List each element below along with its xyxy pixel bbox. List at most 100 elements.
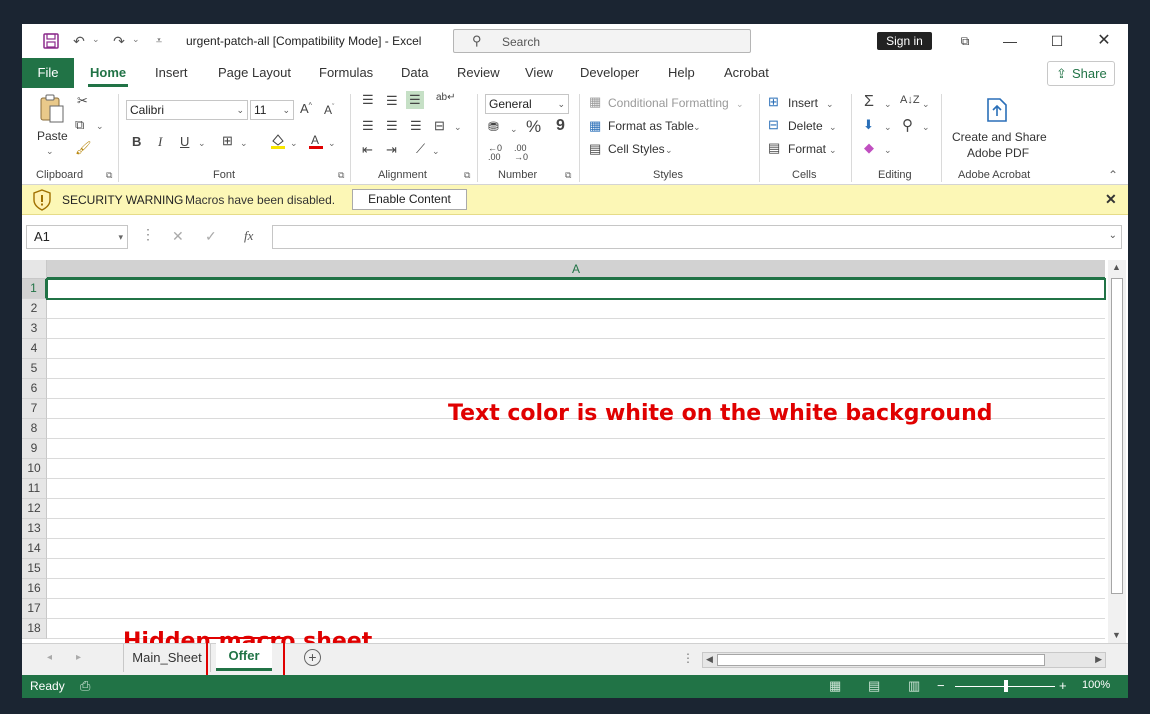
row-header[interactable]: 13 bbox=[22, 519, 47, 539]
create-share-pdf-label[interactable]: Create and Share bbox=[952, 130, 1047, 144]
cell-a17[interactable] bbox=[47, 599, 1105, 619]
create-pdf-icon[interactable] bbox=[984, 96, 1010, 127]
cell-a10[interactable] bbox=[47, 459, 1105, 479]
zoom-in-icon[interactable]: + bbox=[1059, 678, 1067, 693]
decrease-font-icon[interactable]: Aˇ bbox=[324, 103, 334, 117]
tab-file[interactable]: File bbox=[22, 58, 74, 88]
sort-filter-dropdown-icon[interactable]: ⌄ bbox=[922, 99, 930, 110]
delete-cells-button[interactable]: Delete bbox=[788, 119, 823, 133]
underline-dropdown-icon[interactable]: ⌄ bbox=[198, 138, 206, 149]
fill-icon[interactable]: ⬇ bbox=[863, 117, 874, 133]
more-options-icon[interactable]: ⋮ bbox=[141, 226, 155, 243]
cell-a11[interactable] bbox=[47, 479, 1105, 499]
comma-style-button[interactable]: 9 bbox=[556, 117, 565, 135]
cell-a6[interactable] bbox=[47, 379, 1105, 399]
tab-home[interactable]: Home bbox=[90, 65, 126, 80]
scrollbar-thumb[interactable] bbox=[1111, 278, 1123, 594]
row-header[interactable]: 16 bbox=[22, 579, 47, 599]
column-header-a[interactable]: A bbox=[47, 260, 1105, 279]
scroll-right-icon[interactable]: ▶ bbox=[1095, 654, 1102, 665]
decrease-indent-icon[interactable]: ⇤ bbox=[362, 142, 373, 158]
percent-style-button[interactable]: % bbox=[526, 117, 541, 137]
row-header[interactable]: 3 bbox=[22, 319, 47, 339]
insert-function-icon[interactable]: fx bbox=[244, 228, 253, 244]
zoom-level[interactable]: 100% bbox=[1082, 679, 1110, 691]
row-header[interactable]: 10 bbox=[22, 459, 47, 479]
tab-view[interactable]: View bbox=[525, 65, 553, 80]
scroll-up-icon[interactable]: ▲ bbox=[1112, 262, 1121, 272]
ribbon-display-icon[interactable]: ⧉ bbox=[945, 30, 985, 52]
cell-a2[interactable] bbox=[47, 299, 1105, 319]
number-format-select[interactable]: General ⌄ bbox=[485, 94, 569, 114]
row-header[interactable]: 18 bbox=[22, 619, 47, 639]
normal-view-icon[interactable]: ▦ bbox=[829, 678, 841, 694]
undo-icon[interactable]: ↶ bbox=[68, 32, 90, 50]
row-header[interactable]: 14 bbox=[22, 539, 47, 559]
maximize-icon[interactable]: ☐ bbox=[1037, 30, 1077, 52]
cell-a5[interactable] bbox=[47, 359, 1105, 379]
fill-color-dropdown-icon[interactable]: ⌄ bbox=[290, 138, 298, 149]
accounting-dropdown-icon[interactable]: ⌄ bbox=[510, 124, 518, 135]
wrap-text-icon[interactable]: ab↵ bbox=[436, 92, 456, 103]
tab-review[interactable]: Review bbox=[457, 65, 500, 80]
paste-dropdown-icon[interactable]: ⌄ bbox=[46, 146, 54, 157]
row-header[interactable]: 7 bbox=[22, 399, 47, 419]
align-top-icon[interactable]: ☰ bbox=[362, 92, 374, 108]
save-icon[interactable] bbox=[40, 32, 62, 50]
zoom-out-icon[interactable]: − bbox=[937, 678, 945, 693]
copy-icon[interactable]: ⧉ bbox=[75, 117, 84, 133]
formula-input[interactable]: ⌄ bbox=[272, 225, 1122, 249]
increase-decimal-icon[interactable]: ←0.00 bbox=[488, 144, 502, 162]
share-button[interactable]: ⇪ Share bbox=[1047, 61, 1115, 86]
chevron-down-icon[interactable]: ⌄ bbox=[1109, 230, 1117, 241]
tab-formulas[interactable]: Formulas bbox=[319, 65, 373, 80]
row-header[interactable]: 4 bbox=[22, 339, 47, 359]
cell-a3[interactable] bbox=[47, 319, 1105, 339]
find-dropdown-icon[interactable]: ⌄ bbox=[922, 122, 930, 133]
fill-dropdown-icon[interactable]: ⌄ bbox=[884, 122, 892, 133]
autosum-icon[interactable]: Σ bbox=[864, 93, 874, 111]
customize-quick-access-icon[interactable]: ⩡ bbox=[148, 32, 170, 50]
cell-a16[interactable] bbox=[47, 579, 1105, 599]
autosum-dropdown-icon[interactable]: ⌄ bbox=[884, 99, 892, 110]
enable-content-button[interactable]: Enable Content bbox=[352, 189, 467, 210]
cell-a14[interactable] bbox=[47, 539, 1105, 559]
copy-dropdown-icon[interactable]: ⌄ bbox=[96, 121, 104, 132]
cancel-icon[interactable]: ✕ bbox=[172, 228, 184, 245]
worksheet-grid[interactable]: A 1 2 3 4 5 6 7 8 9 10 11 12 13 14 15 16… bbox=[22, 260, 1128, 643]
tab-help[interactable]: Help bbox=[668, 65, 695, 80]
orientation-icon[interactable]: ⟋ bbox=[416, 141, 425, 157]
row-header[interactable]: 11 bbox=[22, 479, 47, 499]
previous-sheet-icon[interactable]: ◂ bbox=[47, 652, 52, 663]
cell-a15[interactable] bbox=[47, 559, 1105, 579]
create-share-pdf-label-2[interactable]: Adobe PDF bbox=[967, 146, 1029, 160]
align-left-icon[interactable]: ☰ bbox=[362, 118, 374, 134]
horizontal-scrollbar[interactable]: ◀ ▶ bbox=[702, 652, 1106, 668]
decrease-decimal-icon[interactable]: .00 →0 bbox=[514, 144, 528, 162]
font-size-select[interactable]: 11 ⌄ bbox=[250, 100, 294, 120]
row-header[interactable]: 8 bbox=[22, 419, 47, 439]
tab-insert[interactable]: Insert bbox=[155, 65, 188, 80]
increase-indent-icon[interactable]: ⇥ bbox=[386, 142, 397, 158]
increase-font-icon[interactable]: A^ bbox=[300, 101, 312, 116]
row-header[interactable]: 15 bbox=[22, 559, 47, 579]
underline-button[interactable]: U bbox=[180, 134, 189, 149]
align-center-icon[interactable]: ☰ bbox=[386, 118, 398, 134]
accessibility-icon[interactable]: ⎙ bbox=[80, 678, 90, 694]
paste-icon[interactable] bbox=[38, 94, 66, 127]
alignment-launcher-icon[interactable]: ⧉ bbox=[464, 170, 470, 181]
tab-developer[interactable]: Developer bbox=[580, 65, 639, 80]
vertical-scrollbar[interactable]: ▲ ▼ bbox=[1108, 260, 1126, 643]
font-launcher-icon[interactable]: ⧉ bbox=[338, 170, 344, 181]
redo-icon[interactable]: ↷ bbox=[108, 32, 130, 50]
italic-button[interactable]: I bbox=[158, 134, 162, 150]
tab-acrobat[interactable]: Acrobat bbox=[724, 65, 769, 80]
zoom-slider-thumb[interactable] bbox=[1004, 680, 1008, 692]
align-bottom-icon[interactable]: ☰ bbox=[406, 91, 424, 109]
row-header[interactable]: 2 bbox=[22, 299, 47, 319]
next-sheet-icon[interactable]: ▸ bbox=[76, 652, 81, 663]
conditional-formatting-button[interactable]: Conditional Formatting bbox=[608, 96, 729, 110]
format-cells-button[interactable]: Format bbox=[788, 142, 826, 156]
merge-center-icon[interactable]: ⊟ bbox=[434, 118, 445, 134]
cell-a9[interactable] bbox=[47, 439, 1105, 459]
